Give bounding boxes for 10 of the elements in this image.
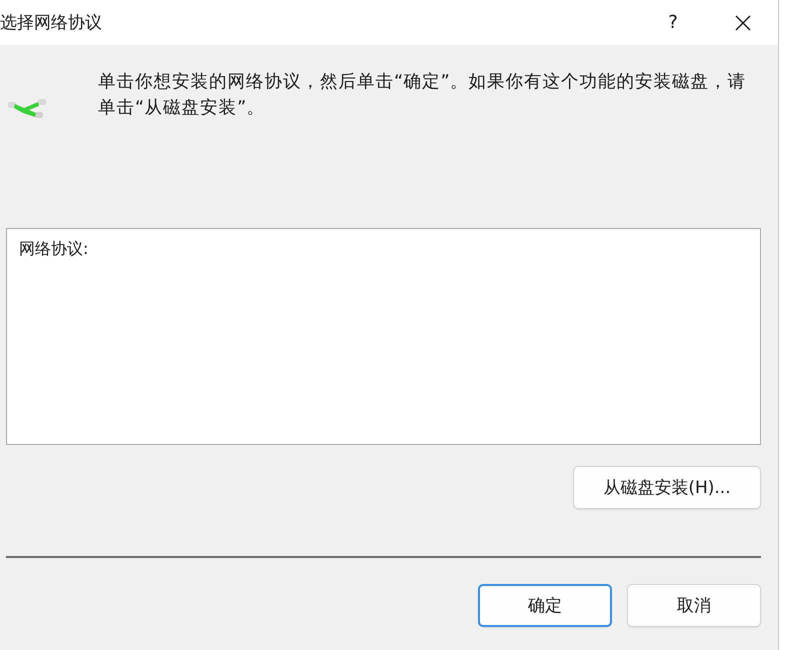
help-button[interactable]: ? (638, 0, 708, 45)
list-label: 网络协议: (19, 239, 88, 258)
install-from-disk-button[interactable]: 从磁盘安装(H)... (573, 466, 761, 509)
close-icon (735, 14, 751, 30)
cancel-button[interactable]: 取消 (627, 584, 761, 627)
ok-button[interactable]: 确定 (478, 584, 612, 627)
window-title: 选择网络协议 (0, 12, 103, 34)
protocol-list[interactable]: 网络协议: (6, 228, 761, 445)
instruction-text: 单击你想安装的网络协议，然后单击“确定”。如果你有这个功能的安装磁盘，请单击“从磁盘安装”。 (98, 71, 748, 120)
network-cable-icon (8, 99, 46, 119)
